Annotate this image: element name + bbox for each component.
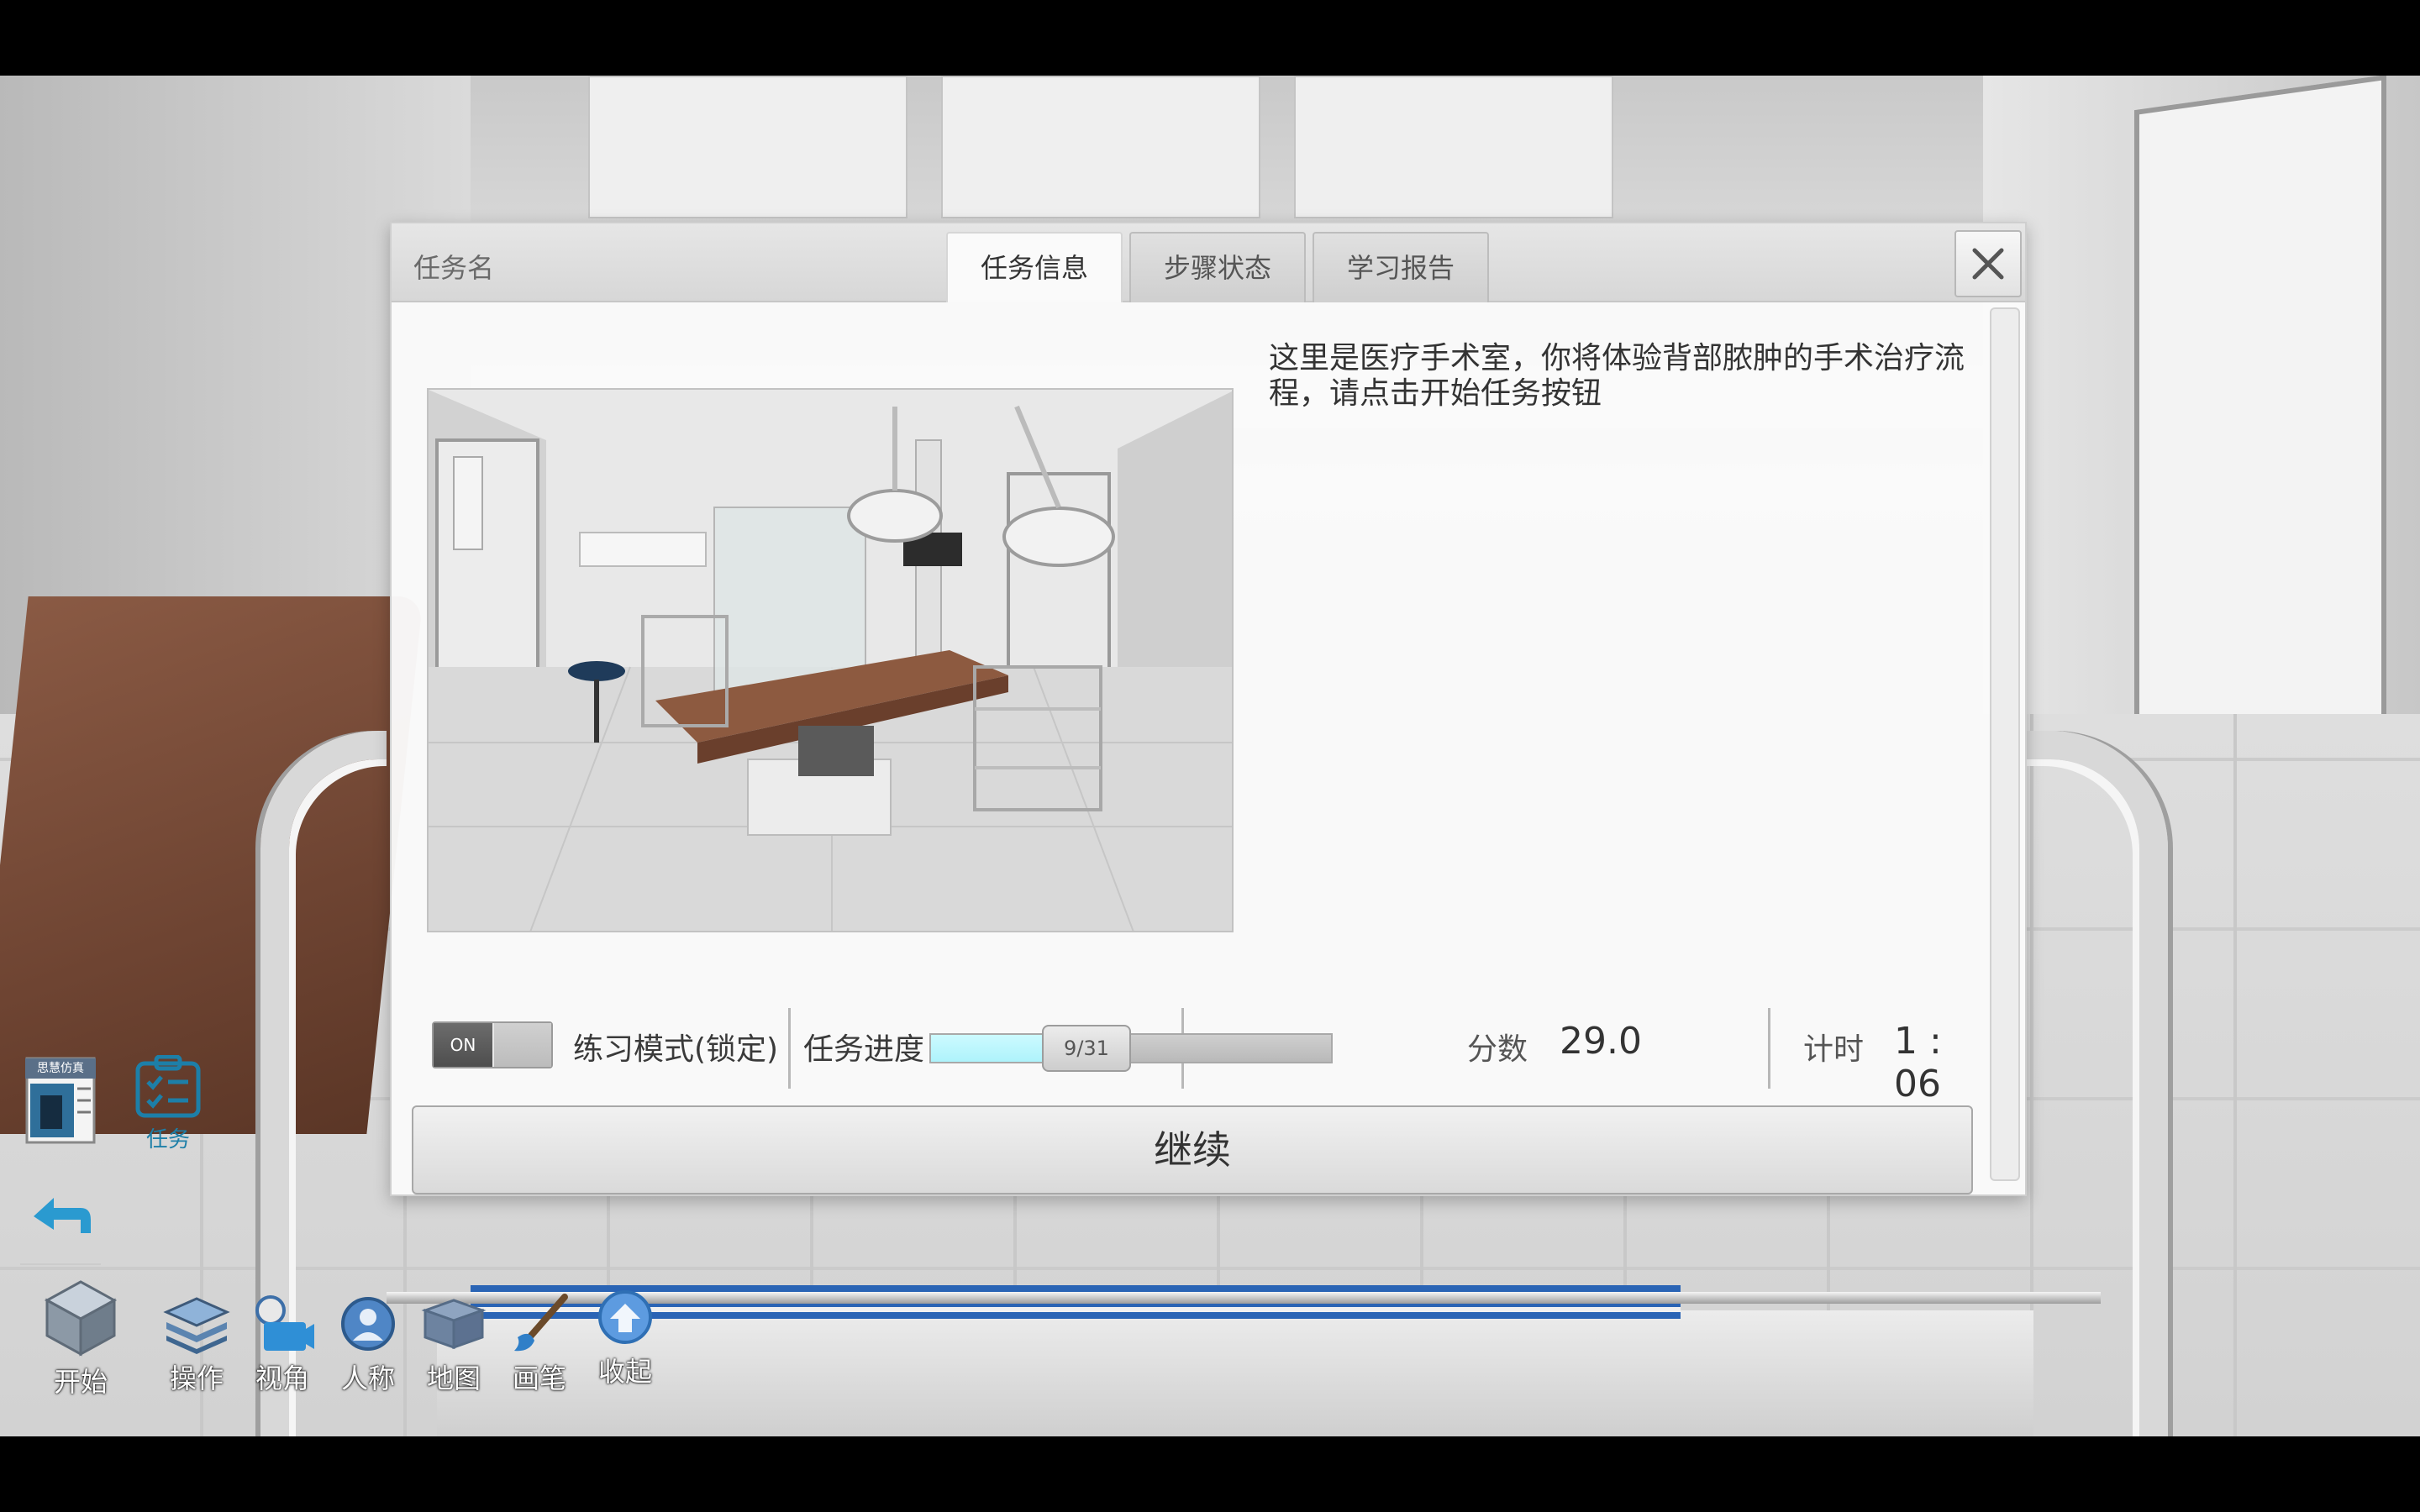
camera-icon <box>255 1295 314 1351</box>
task-button[interactable]: 任务 <box>118 1054 218 1153</box>
back-button[interactable] <box>30 1191 94 1242</box>
toolbar-label: 画笔 <box>512 1362 566 1394</box>
timer-value: 1 : 06 <box>1894 1020 1942 1105</box>
tab-step-status[interactable]: 步骤状态 <box>1129 232 1306 302</box>
task-dialog: 任务名 任务信息 步骤状态 学习报告 这里是医疗手术室，你将体验背部脓肿的手术治… <box>390 222 2027 1196</box>
tab-study-report[interactable]: 学习报告 <box>1313 232 1489 302</box>
toolbar-label: 人称 <box>340 1362 395 1394</box>
progress-label: 任务进度 <box>803 1032 925 1067</box>
practice-mode-toggle[interactable]: ON <box>432 1021 553 1068</box>
mode-label: 练习模式(锁定) <box>573 1032 779 1067</box>
close-button[interactable] <box>1954 230 2022 297</box>
progress-bar: 9/31 <box>929 1025 1333 1072</box>
ceiling-panel <box>941 76 1260 218</box>
continue-button[interactable]: 继续 <box>412 1105 1973 1194</box>
tab-task-info[interactable]: 任务信息 <box>946 232 1123 302</box>
divider <box>788 1008 791 1089</box>
ceiling-panel <box>588 76 908 218</box>
collapse-icon <box>598 1290 652 1344</box>
progress-fill <box>931 1035 1047 1062</box>
scrollbar[interactable] <box>1990 307 2020 1181</box>
toolbar-person[interactable]: 人称 <box>326 1294 410 1396</box>
cart-handle-right <box>2025 731 2168 1436</box>
toolbar-operate[interactable]: 操作 <box>155 1294 239 1396</box>
toolbar-brush[interactable]: 画笔 <box>497 1294 581 1396</box>
toolbar-label: 收起 <box>597 1356 652 1388</box>
divider <box>20 1263 101 1265</box>
layers-icon <box>163 1297 230 1354</box>
task-badge-text: 思慧仿真 <box>25 1058 96 1079</box>
task-description: 这里是医疗手术室，你将体验背部脓肿的手术治疗流程，请点击开始任务按钮 <box>1269 341 1965 411</box>
toggle-off-knob <box>494 1023 551 1067</box>
person-icon <box>341 1297 395 1351</box>
toolbar-label: 开始 <box>53 1366 108 1398</box>
status-bar: ON 练习模式(锁定) 任务进度 9/31 分数 29.0 计时 1 : 06 <box>432 1008 1978 1105</box>
operating-room-preview-image <box>427 388 1234 932</box>
timer-label: 计时 <box>1803 1032 1865 1067</box>
toggle-on-label: ON <box>434 1023 492 1067</box>
task-card-badge[interactable]: 思慧仿真 <box>22 1053 99 1147</box>
toolbar-map[interactable]: 地图 <box>412 1294 496 1396</box>
screen: 任务名 任务信息 步骤状态 学习报告 这里是医疗手术室，你将体验背部脓肿的手术治… <box>0 0 2420 1512</box>
clipboard-icon <box>135 1054 201 1118</box>
toolbar-label: 地图 <box>426 1362 481 1394</box>
divider <box>1768 1008 1770 1089</box>
toolbar-collapse[interactable]: 收起 <box>583 1287 667 1389</box>
dialog-title: 任务名 <box>413 252 495 284</box>
brush-icon <box>514 1294 568 1352</box>
score-value: 29.0 <box>1560 1020 1642 1063</box>
dialog-header: 任务名 任务信息 步骤状态 学习报告 <box>392 223 2025 302</box>
toolbar-label: 视角 <box>255 1362 309 1394</box>
toolbar-start[interactable]: 开始 <box>39 1277 123 1399</box>
score-label: 分数 <box>1467 1032 1528 1067</box>
map-icon <box>421 1299 487 1350</box>
cart-tray <box>437 1310 2033 1436</box>
toolbar-label: 操作 <box>169 1362 224 1394</box>
back-arrow-icon <box>34 1198 91 1233</box>
close-icon <box>1972 248 2004 280</box>
toolbar-view[interactable]: 视角 <box>240 1294 324 1396</box>
ceiling-panel <box>1294 76 1613 218</box>
task-label: 任务 <box>145 1127 190 1152</box>
cube-icon <box>44 1280 118 1357</box>
progress-thumb: 9/31 <box>1042 1025 1131 1072</box>
